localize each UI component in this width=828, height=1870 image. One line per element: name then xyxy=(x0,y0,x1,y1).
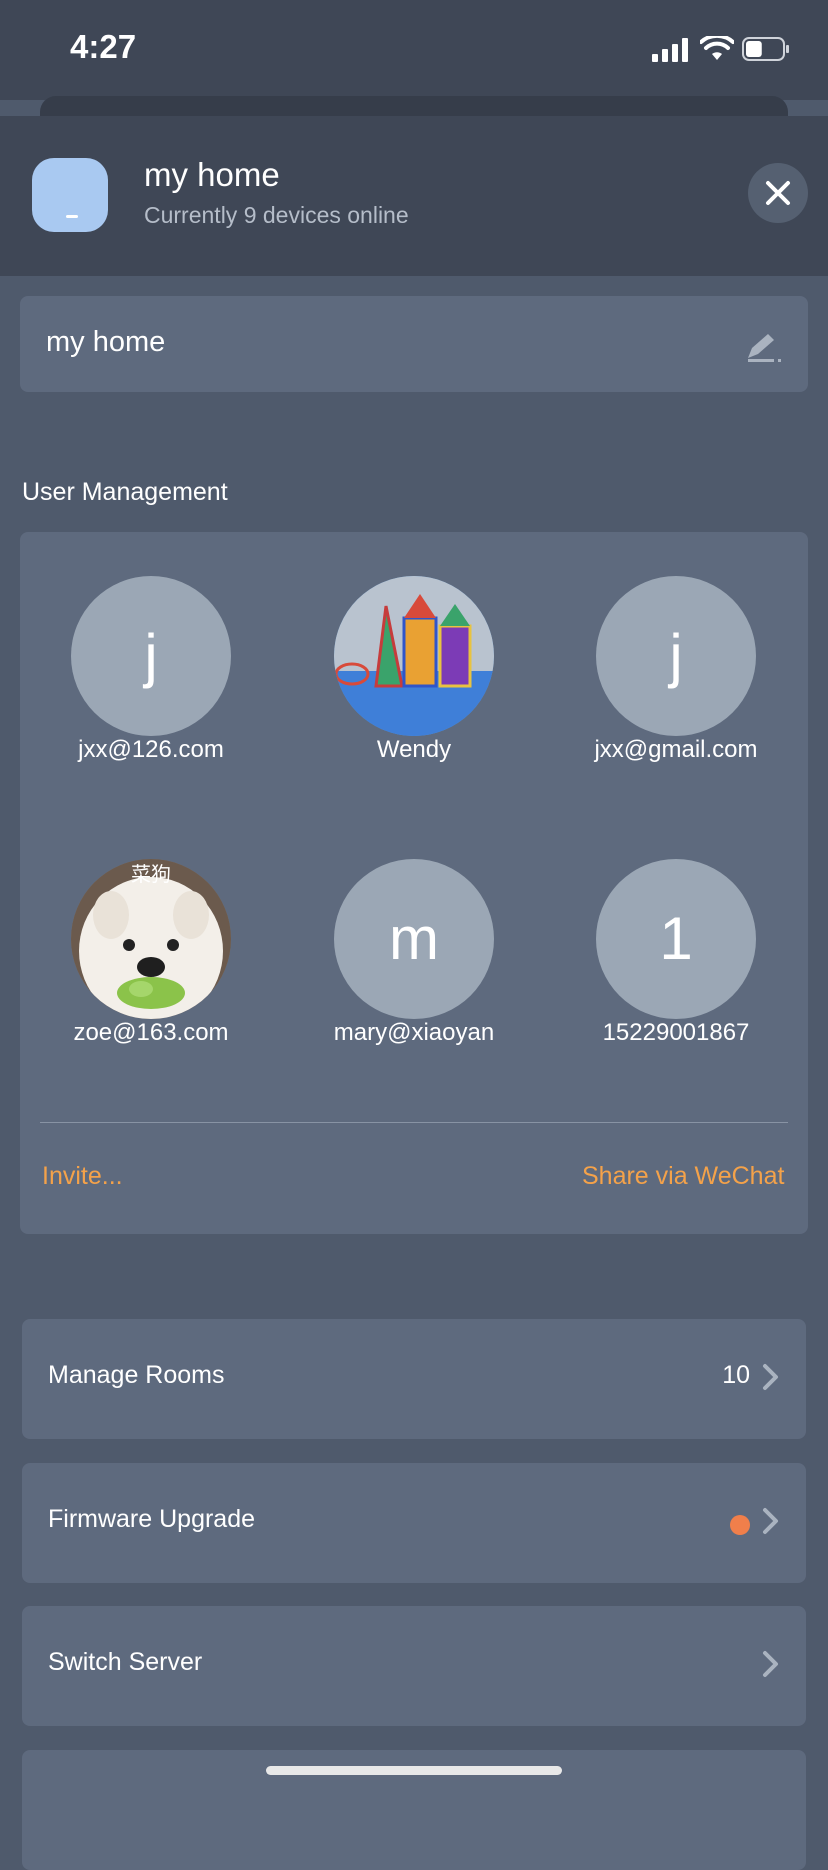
share-wechat-link[interactable]: Share via WeChat xyxy=(582,1162,784,1191)
home-tile-icon xyxy=(32,158,108,232)
firmware-upgrade-row[interactable]: Firmware Upgrade xyxy=(22,1463,806,1583)
user-name: mary@xiaoyan xyxy=(333,1019,495,1046)
battery-icon xyxy=(742,37,789,61)
user-name: jxx@126.com xyxy=(78,736,224,763)
chevron-right-icon xyxy=(763,1508,778,1534)
row-label: Switch Server xyxy=(48,1648,203,1676)
magnetic-tiles-photo xyxy=(334,576,494,736)
manage-rooms-row[interactable]: Manage Rooms 10 xyxy=(22,1319,806,1439)
divider xyxy=(40,1122,788,1123)
avatar-initial: j xyxy=(669,622,683,689)
user-avatar-photo[interactable] xyxy=(334,576,494,736)
wifi-icon xyxy=(700,36,734,60)
user-management-heading: User Management xyxy=(22,478,228,506)
avatar-initial: 1 xyxy=(659,905,693,972)
row-label: Firmware Upgrade xyxy=(48,1505,256,1533)
user-avatar[interactable]: j xyxy=(71,576,231,736)
avatar-initial: m xyxy=(389,905,439,972)
cellular-signal-icon xyxy=(652,38,688,62)
avatar-caption: 菜狗 xyxy=(131,864,171,886)
user-name: zoe@163.com xyxy=(73,1019,229,1046)
close-button[interactable] xyxy=(748,163,808,223)
update-badge xyxy=(730,1515,750,1535)
home-indicator xyxy=(266,1766,562,1775)
rooms-count: 10 xyxy=(722,1361,750,1389)
invite-link[interactable]: Invite... xyxy=(42,1162,123,1191)
pencil-icon[interactable] xyxy=(744,328,784,364)
home-title: my home xyxy=(144,156,280,193)
header xyxy=(0,116,828,276)
user-name: jxx@gmail.com xyxy=(594,736,758,763)
user-name: Wendy xyxy=(376,736,452,763)
close-icon xyxy=(766,181,790,205)
row-label: Manage Rooms xyxy=(48,1361,225,1389)
user-name: 15229001867 xyxy=(602,1019,750,1046)
status-time: 4:27 xyxy=(70,28,137,65)
home-tile-mark xyxy=(66,215,78,218)
chevron-right-icon xyxy=(763,1651,778,1677)
chevron-right-icon xyxy=(763,1364,778,1390)
avatar-initial: j xyxy=(144,622,158,689)
devices-online-status: Currently 9 devices online xyxy=(144,202,409,228)
user-avatar[interactable]: 1 xyxy=(596,859,756,1019)
user-avatar[interactable]: j xyxy=(596,576,756,736)
switch-server-row[interactable]: Switch Server xyxy=(22,1606,806,1726)
home-name-value: my home xyxy=(46,326,166,358)
user-avatar[interactable]: m xyxy=(334,859,494,1019)
